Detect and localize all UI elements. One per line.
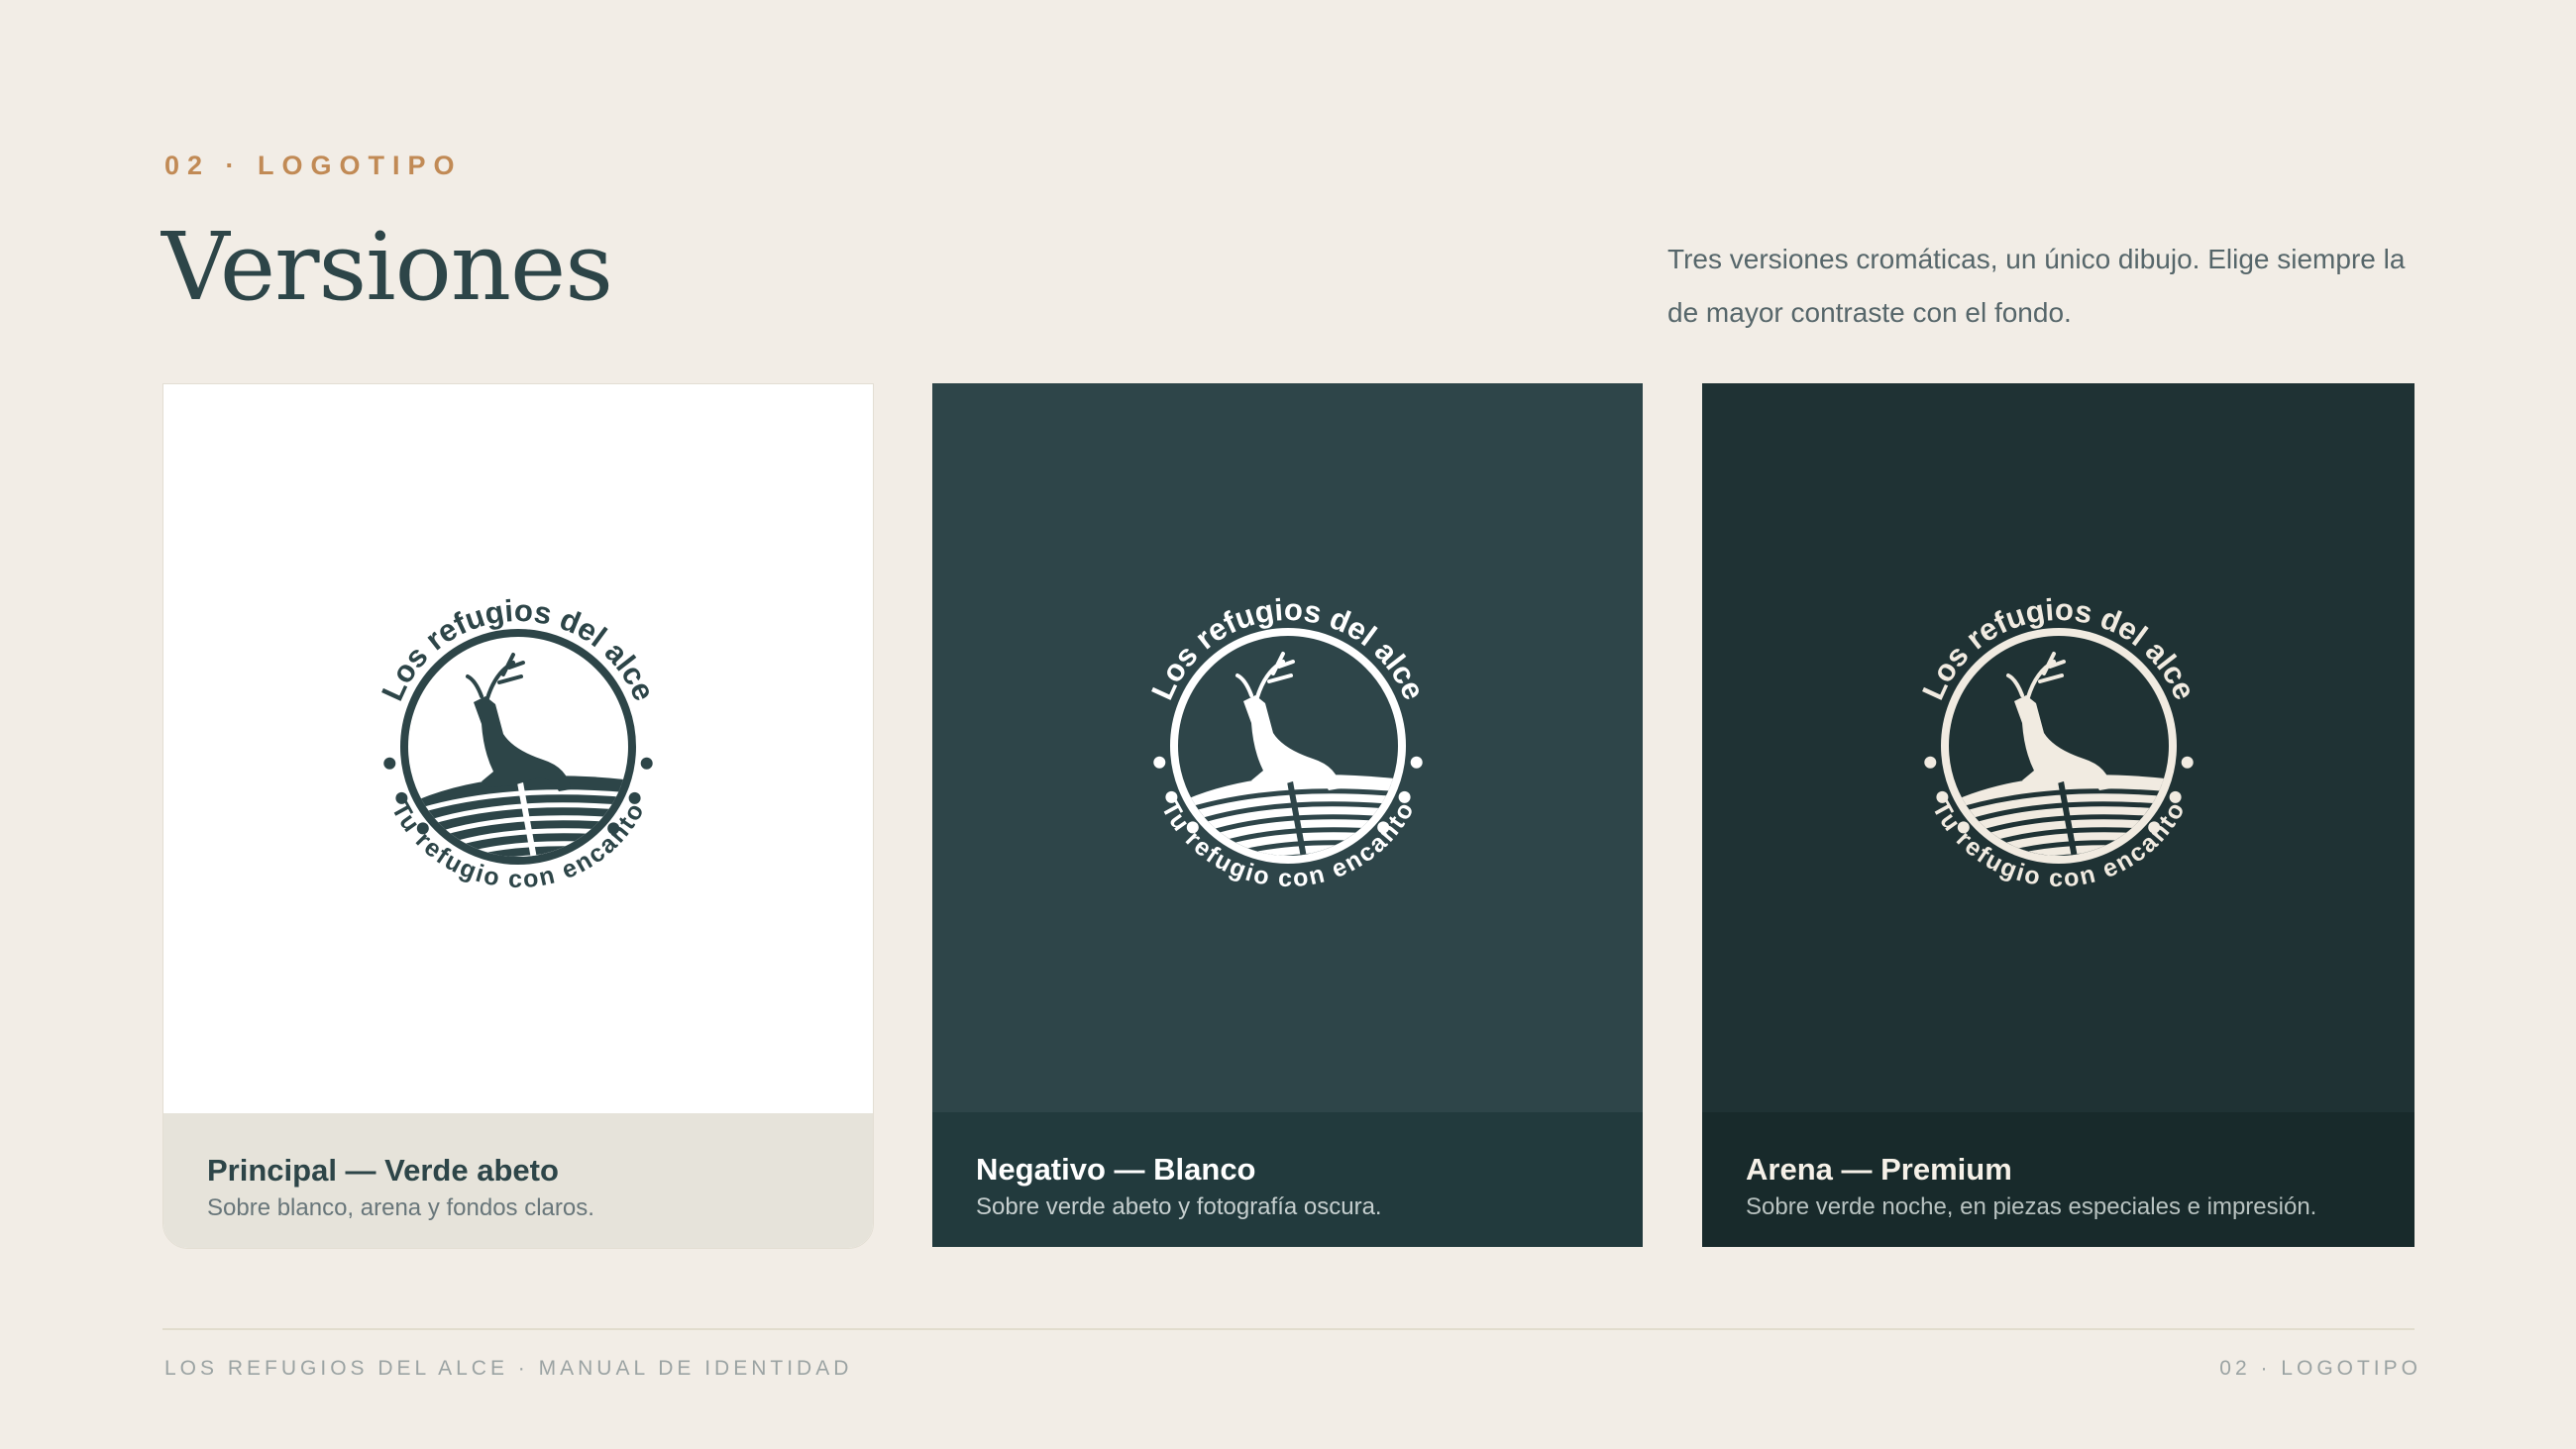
- version-description: Sobre verde abeto y fotografía oscura.: [976, 1193, 1382, 1220]
- maple-leaf-icon: [2181, 756, 2194, 769]
- maple-leaf-icon: [1152, 756, 1165, 769]
- logo-artboard: Los refugios del alce Tu refugio con enca…: [932, 383, 1643, 1112]
- maple-leaf-icon: [383, 757, 396, 770]
- version-card-arena: Los refugios del alce Tu refugio con enca…: [1702, 383, 2415, 1247]
- version-card-negativo: Los refugios del alce Tu refugio con enca…: [932, 383, 1643, 1247]
- version-title: Negativo — Blanco: [976, 1152, 1256, 1187]
- page-title: Versiones: [161, 213, 613, 322]
- version-caption: Principal — Verde abeto Sobre blanco, ar…: [163, 1113, 873, 1248]
- deer-emblem-logo: Los refugios del alceTu refugio con enca…: [1915, 592, 2202, 892]
- version-title: Principal — Verde abeto: [207, 1153, 559, 1188]
- maple-leaf-icon: [1410, 756, 1423, 769]
- deer-emblem-logo: Los refugios del alceTu refugio con enca…: [1144, 592, 1432, 892]
- logo-artboard: Los refugios del alce Tu refugio con enca…: [1702, 383, 2415, 1112]
- deer-antlers: [1234, 652, 1295, 699]
- section-eyebrow: 02 · LOGOTIPO: [164, 151, 463, 180]
- version-caption: Negativo — Blanco Sobre verde abeto y fo…: [932, 1112, 1643, 1247]
- intro-text: Tres versiones cromáticas, un único dibu…: [1667, 244, 2406, 328]
- deer-emblem-logo: Los refugios del alceTu refugio con enca…: [375, 593, 662, 893]
- version-card-principal: Los refugios del alce Tu refugio con enca…: [162, 383, 874, 1249]
- maple-leaf-icon: [640, 757, 653, 770]
- deer-antlers: [2005, 652, 2066, 699]
- version-description: Sobre verde noche, en piezas especiales …: [1746, 1193, 2317, 1220]
- deer-antlers: [466, 653, 525, 700]
- deer-body: [1242, 695, 1341, 790]
- footer-brand: LOS REFUGIOS DEL ALCE · MANUAL DE IDENTI…: [164, 1357, 853, 1380]
- version-title: Arena — Premium: [1746, 1152, 2012, 1187]
- deer-body: [2013, 695, 2111, 790]
- version-description: Sobre blanco, arena y fondos claros.: [207, 1194, 594, 1221]
- deer-body: [474, 696, 571, 791]
- maple-leaf-icon: [1923, 756, 1936, 769]
- footer-divider: [162, 1328, 2415, 1330]
- footer-section: 02 · LOGOTIPO: [2219, 1357, 2421, 1380]
- version-caption: Arena — Premium Sobre verde noche, en pi…: [1702, 1112, 2415, 1247]
- logo-artboard: Los refugios del alce Tu refugio con enca…: [163, 384, 873, 1113]
